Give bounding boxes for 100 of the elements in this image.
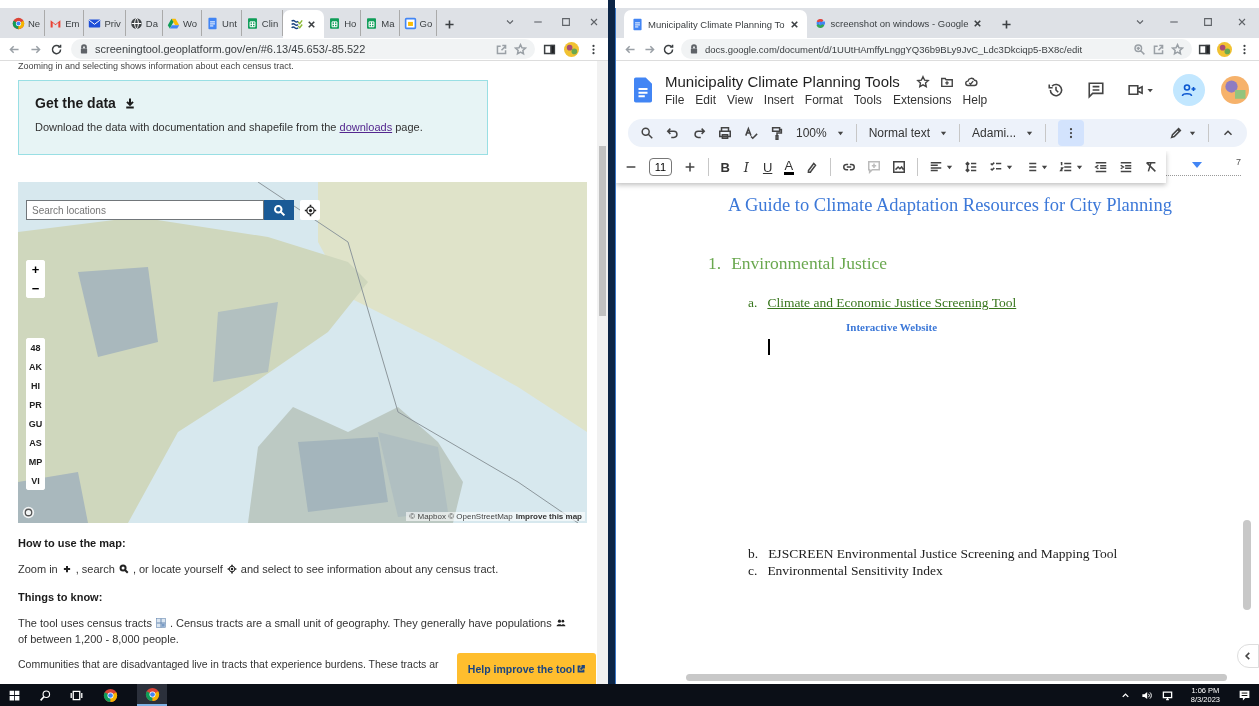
close-icon[interactable] bbox=[972, 17, 984, 29]
caret-icon[interactable] bbox=[1006, 163, 1013, 171]
download-icon[interactable] bbox=[123, 97, 136, 109]
search-icon[interactable] bbox=[39, 688, 52, 702]
menu-item[interactable]: File bbox=[665, 93, 685, 107]
menu-item[interactable]: Extensions bbox=[892, 93, 952, 107]
profile-avatar[interactable] bbox=[1217, 41, 1232, 57]
increase-font-icon[interactable] bbox=[683, 160, 697, 174]
menu-item[interactable]: Insert bbox=[763, 93, 794, 107]
zoom-dropdown[interactable]: 100% bbox=[796, 126, 844, 140]
highlighter-icon[interactable] bbox=[805, 160, 819, 174]
caret-icon[interactable] bbox=[946, 163, 953, 171]
address-field[interactable]: screeningtool.geoplatform.gov/en/#6.13/45.653/-85.522 bbox=[71, 39, 535, 59]
numbered-list-icon[interactable] bbox=[1059, 160, 1073, 174]
list-marker: a. bbox=[748, 294, 758, 311]
search-icon[interactable] bbox=[640, 126, 654, 140]
style-dropdown[interactable]: Normal text bbox=[868, 126, 948, 140]
menu-item[interactable]: Help bbox=[962, 93, 988, 107]
comment-icon[interactable] bbox=[1087, 81, 1105, 99]
browser-tab[interactable]: Em bbox=[45, 10, 85, 36]
font-dropdown[interactable]: Adami... bbox=[972, 126, 1034, 140]
scrollbar[interactable] bbox=[597, 61, 608, 684]
format-button[interactable]: B bbox=[720, 159, 731, 175]
speaker-icon[interactable] bbox=[1140, 689, 1152, 701]
taskbar-app[interactable] bbox=[137, 684, 167, 706]
browser-tab[interactable]: Municipality Climate Planning To bbox=[624, 10, 807, 38]
side-panel-button[interactable] bbox=[1237, 644, 1259, 668]
spellcheck-icon[interactable] bbox=[744, 126, 758, 140]
browser-tab[interactable] bbox=[283, 10, 325, 38]
increase-indent-icon[interactable] bbox=[1119, 160, 1133, 174]
browser-tab[interactable]: screenshot on windows - Google bbox=[806, 10, 991, 36]
decrease-indent-icon[interactable] bbox=[1094, 160, 1108, 174]
star-icon[interactable] bbox=[514, 42, 527, 56]
image-icon[interactable] bbox=[892, 160, 906, 174]
format-button[interactable]: U bbox=[762, 159, 773, 175]
browser-tab[interactable]: Unt bbox=[202, 10, 242, 36]
close-icon[interactable] bbox=[306, 18, 318, 30]
address-field[interactable]: docs.google.com/document/d/1UUtHAmffyLnggYQ36b9BLy9JvC_Ldc3Dkciqp5-BX8c/edit bbox=[681, 39, 1192, 59]
maximize-icon[interactable] bbox=[1202, 16, 1214, 28]
improve-map-link[interactable]: Improve this map bbox=[515, 512, 582, 521]
task-view-icon[interactable] bbox=[70, 688, 83, 702]
close-icon[interactable] bbox=[1236, 16, 1248, 28]
menu-item[interactable]: Tools bbox=[853, 93, 882, 107]
spreadsheet-icon bbox=[245, 16, 259, 30]
search-button[interactable] bbox=[264, 200, 294, 220]
profile-avatar[interactable] bbox=[1221, 76, 1249, 104]
redo-icon[interactable] bbox=[692, 126, 706, 140]
side-panel-icon[interactable] bbox=[543, 42, 556, 56]
document-icon[interactable] bbox=[634, 77, 652, 103]
browser-tab[interactable]: Ho bbox=[324, 10, 362, 36]
star-icon[interactable] bbox=[915, 74, 930, 89]
side-panel-icon[interactable] bbox=[1198, 42, 1211, 56]
caret-icon[interactable] bbox=[1041, 163, 1048, 171]
maximize-icon[interactable] bbox=[560, 16, 572, 28]
new-tab-icon[interactable] bbox=[1000, 18, 1014, 31]
website-link[interactable]: Interactive Website bbox=[846, 321, 938, 333]
format-button[interactable]: A bbox=[783, 159, 794, 175]
browser-tab[interactable]: Go bbox=[399, 10, 438, 36]
font-size-field[interactable]: 11 bbox=[649, 158, 672, 176]
menu-item[interactable]: Format bbox=[804, 93, 843, 107]
notification-icon[interactable] bbox=[1238, 688, 1251, 702]
network-icon[interactable] bbox=[1161, 689, 1173, 701]
caret-icon[interactable] bbox=[1076, 163, 1083, 171]
star-icon[interactable] bbox=[1171, 42, 1184, 56]
reload-icon[interactable] bbox=[50, 42, 63, 56]
downloads-link[interactable]: downloads bbox=[339, 121, 393, 133]
line-spacing-icon[interactable] bbox=[964, 160, 978, 174]
browser-tab[interactable]: Ne bbox=[8, 10, 46, 36]
share-button[interactable] bbox=[1173, 74, 1205, 106]
checklist-icon[interactable] bbox=[989, 160, 1003, 174]
indent-marker-icon[interactable] bbox=[1192, 162, 1202, 168]
align-left-icon[interactable] bbox=[929, 160, 943, 174]
locate-button[interactable] bbox=[300, 200, 320, 220]
tool-link[interactable]: Climate and Economic Justice Screening Tool bbox=[767, 294, 1017, 311]
search-field[interactable]: Search locations bbox=[26, 200, 264, 220]
reload-icon[interactable] bbox=[662, 42, 675, 56]
history-icon[interactable] bbox=[1047, 81, 1065, 99]
browser-tab[interactable]: Priv bbox=[84, 10, 126, 36]
body-text: Communities that are disadvantaged live in tracts that experience burdens. These tracts ar bbox=[18, 657, 439, 672]
print-icon[interactable] bbox=[718, 126, 732, 140]
browser-tab[interactable]: Ma bbox=[361, 10, 400, 36]
clear-formatting-icon[interactable] bbox=[1144, 160, 1158, 174]
windows-start-icon[interactable] bbox=[8, 688, 21, 702]
menu-item[interactable]: Edit bbox=[695, 93, 717, 107]
external-link-icon bbox=[577, 664, 586, 673]
undo-icon[interactable] bbox=[666, 126, 680, 140]
close-icon[interactable] bbox=[588, 16, 600, 28]
section-heading: How to use the map: bbox=[18, 537, 127, 549]
close-icon[interactable] bbox=[788, 18, 800, 30]
paint-format-icon[interactable] bbox=[770, 126, 784, 140]
help-improve-button[interactable]: Help improve the tool bbox=[457, 653, 596, 684]
browser-tab[interactable]: Wo bbox=[162, 10, 203, 36]
format-button[interactable]: I bbox=[741, 159, 752, 175]
pencil-icon[interactable] bbox=[1169, 126, 1183, 140]
new-tab-icon[interactable] bbox=[443, 18, 457, 31]
caret-icon[interactable] bbox=[1189, 129, 1196, 137]
browser-tab[interactable]: Da bbox=[125, 10, 163, 36]
profile-avatar[interactable] bbox=[564, 41, 579, 57]
menu-item[interactable]: View bbox=[727, 93, 753, 107]
document-title[interactable]: Municipality Climate Planning Tools bbox=[665, 73, 900, 90]
